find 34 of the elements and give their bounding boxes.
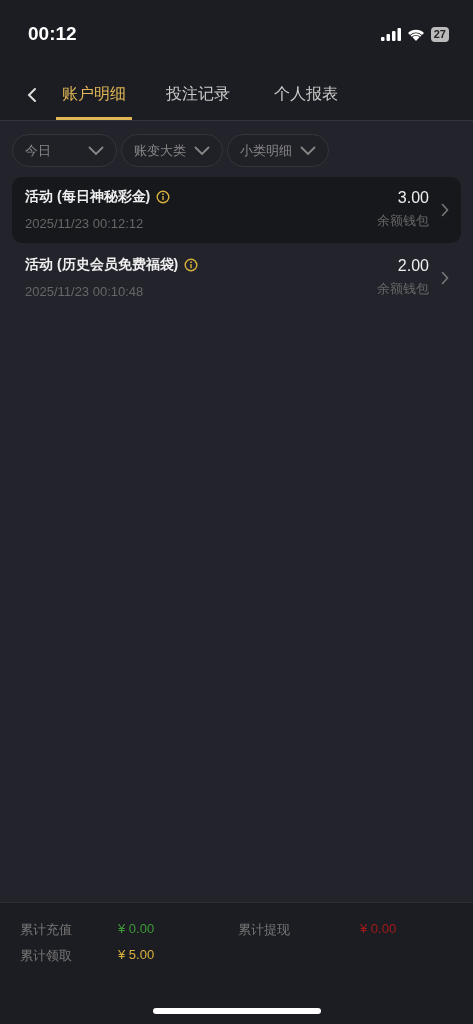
summary-value: ¥ 5.00 (118, 947, 156, 964)
record-time: 2025/11/23 00:12:12 (25, 216, 145, 231)
status-time: 00:12 (28, 23, 77, 45)
wallet-label: 余额钱包 (377, 212, 429, 230)
summary-label: 累计领取 (20, 947, 73, 965)
record-title: 活动 (历史会员免费福袋) (25, 256, 179, 274)
chevron-down-icon (88, 145, 104, 156)
record-row[interactable]: 活动 (历史会员免费福袋) 2025/11/23 00:10:48 2.00 余额钱包 (12, 245, 461, 311)
summary-value: ¥ 0.00 (118, 921, 156, 938)
wallet-label: 余额钱包 (377, 280, 429, 298)
info-icon (184, 258, 199, 272)
record-row[interactable]: 活动 (每日神秘彩金) 2025/11/23 00:12:12 3.00 余额钱包 (12, 177, 461, 243)
chevron-right-icon (441, 270, 449, 285)
filter-dropdown[interactable]: 今日 (12, 134, 117, 167)
record-time: 2025/11/23 00:10:48 (25, 284, 145, 299)
record-amount: 2.00 (397, 257, 429, 275)
chevron-down-icon (300, 145, 316, 156)
record-amount: 3.00 (397, 189, 429, 207)
filter-dropdown[interactable]: 账变大类 (121, 134, 223, 167)
signal-icon (380, 27, 401, 41)
tab[interactable]: 个人报表 (272, 84, 340, 120)
summary-label: 累计提现 (238, 921, 291, 939)
record-title: 活动 (每日神秘彩金) (25, 188, 151, 206)
tab[interactable]: 账户明细 (56, 84, 132, 120)
chevron-right-icon (441, 202, 449, 217)
filter-dropdown[interactable]: 小类明细 (227, 134, 329, 167)
summary-label: 累计充值 (20, 921, 73, 939)
summary-value: ¥ 0.00 (360, 921, 398, 938)
tab[interactable]: 投注记录 (164, 84, 232, 120)
info-icon (156, 190, 171, 204)
chevron-down-icon (194, 145, 210, 156)
back-icon (26, 87, 38, 103)
battery-icon: 27 (430, 26, 449, 42)
wifi-icon (406, 27, 425, 41)
